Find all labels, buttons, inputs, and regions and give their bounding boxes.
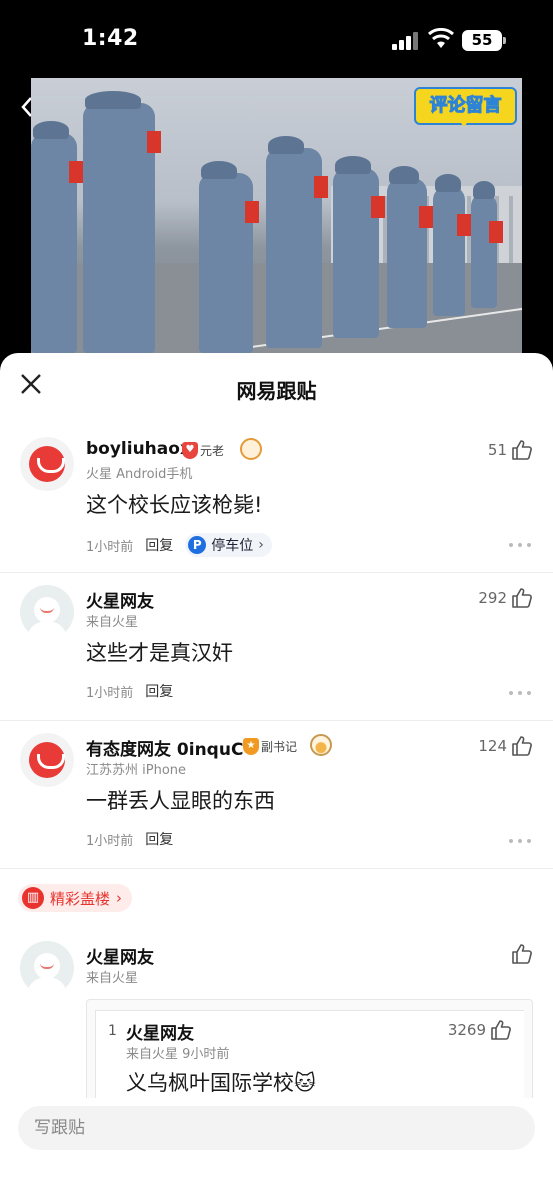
like-count: 51 [487, 441, 507, 459]
like-button[interactable]: 51 [488, 439, 533, 461]
thumbs-up-icon [491, 1020, 511, 1040]
more-options-icon[interactable] [509, 543, 531, 547]
avatar[interactable] [20, 437, 74, 491]
comment-time: 1小时前 [86, 539, 134, 555]
comment-location: 来自火星 [86, 615, 139, 630]
parking-icon: P [188, 536, 207, 554]
chevron-right-icon: › [116, 889, 123, 907]
video-figure [199, 161, 259, 353]
comment-location: 火星 Android手机 [86, 467, 193, 482]
video-figure [433, 174, 471, 316]
like-button[interactable]: 3269 [448, 1019, 512, 1041]
quoted-username[interactable]: 火星网友 [126, 1019, 194, 1044]
video-figure [387, 166, 433, 328]
thumbs-up-icon [512, 440, 532, 460]
comment-meta: 1小时前 回复 [86, 829, 173, 849]
comment-item[interactable]: boyliuhaox ♥ 元老 火星 Android手机 51 这个校长应该枪毙… [0, 425, 553, 573]
reply-button[interactable]: 回复 [145, 829, 173, 849]
video-figure [471, 181, 503, 308]
status-time: 1:42 [82, 26, 139, 51]
video-figure [333, 156, 385, 338]
comment-input-bar: 写跟贴 [0, 1098, 553, 1200]
like-count: 3269 [447, 1021, 486, 1039]
user-badge: ★ 副书记 [243, 737, 297, 755]
hot-floor-section-tag[interactable]: ▥ 精彩盖楼 › [18, 884, 133, 912]
comment-sheet: 网易跟贴 boyliuhaox ♥ 元老 火星 Android手机 51 这个校… [0, 353, 553, 1200]
user-badge-label: 元老 [200, 443, 225, 458]
comment-username[interactable]: 火星网友 [86, 587, 154, 612]
hot-floor-label: 精彩盖楼 [50, 889, 111, 908]
reply-button[interactable]: 回复 [145, 535, 173, 555]
comment-item[interactable]: 有态度网友 0inquC ★ 副书记 江苏苏州 iPhone 124 一群丢人显… [0, 721, 553, 869]
comment-item[interactable]: 火星网友 来自火星 292 这些才是真汉奸 1小时前 回复 [0, 573, 553, 721]
comment-username[interactable]: 火星网友 [86, 943, 154, 968]
more-options-icon[interactable] [509, 691, 531, 695]
comment-time: 1小时前 [86, 833, 134, 849]
quoted-meta: 来自火星 9小时前 [126, 1047, 230, 1062]
user-badge-label: 副书记 [261, 739, 298, 754]
sunrise-medal-icon [310, 734, 332, 756]
comment-time: 1小时前 [86, 685, 134, 701]
comment-username[interactable]: 有态度网友 0inquC [86, 735, 243, 760]
thumbs-up-icon [512, 944, 532, 964]
comment-location: 来自火星 [86, 971, 139, 986]
avatar[interactable] [20, 941, 74, 995]
thumbs-up-icon [512, 736, 532, 756]
like-button[interactable]: 124 [478, 735, 533, 757]
user-badge: ♥ 元老 [182, 441, 224, 459]
comment-text: 一群丢人显眼的东西 [86, 789, 275, 813]
parking-tag-label: 停车位 [211, 538, 254, 554]
shield-icon: ♥ [182, 441, 198, 459]
comment-location: 江苏苏州 iPhone [86, 763, 187, 778]
parking-tag[interactable]: P 停车位 › [185, 533, 272, 557]
like-button[interactable]: 292 [478, 587, 533, 609]
comment-input[interactable]: 写跟贴 [18, 1106, 535, 1150]
quoted-text: 义乌枫叶国际学校🐱 [126, 1071, 316, 1095]
avatar[interactable] [20, 733, 74, 787]
wifi-icon [428, 28, 454, 48]
comment-message-badge: 评论留言 [414, 87, 517, 127]
comment-meta: 1小时前 回复 [86, 681, 173, 701]
sheet-title: 网易跟贴 [236, 379, 317, 403]
avatar[interactable] [20, 585, 74, 639]
thumbs-up-icon [512, 588, 532, 608]
chevron-right-icon: › [258, 537, 264, 553]
video-figure [266, 136, 328, 348]
like-count: 292 [478, 589, 507, 607]
comment-text: 这个校长应该枪毙! [86, 493, 263, 517]
comment-meta: 1小时前 回复 P 停车位 › [86, 533, 272, 557]
video-figure [31, 121, 83, 353]
battery-indicator: 55 [462, 30, 506, 51]
more-options-icon[interactable] [509, 839, 531, 843]
star-shield-icon: ★ [243, 737, 259, 755]
building-icon: ▥ [22, 887, 44, 909]
like-count: 124 [478, 737, 507, 755]
status-bar: 1:42 55 [0, 0, 553, 78]
cellular-signal-icon [392, 32, 422, 50]
floor-index: 1 [108, 1023, 117, 1039]
medal-icon [240, 438, 262, 460]
video-figure [83, 91, 161, 353]
reply-button[interactable]: 回复 [145, 681, 173, 701]
comment-username[interactable]: boyliuhaox [86, 439, 191, 459]
like-button[interactable] [511, 943, 533, 965]
comment-text: 这些才是真汉奸 [86, 641, 233, 665]
